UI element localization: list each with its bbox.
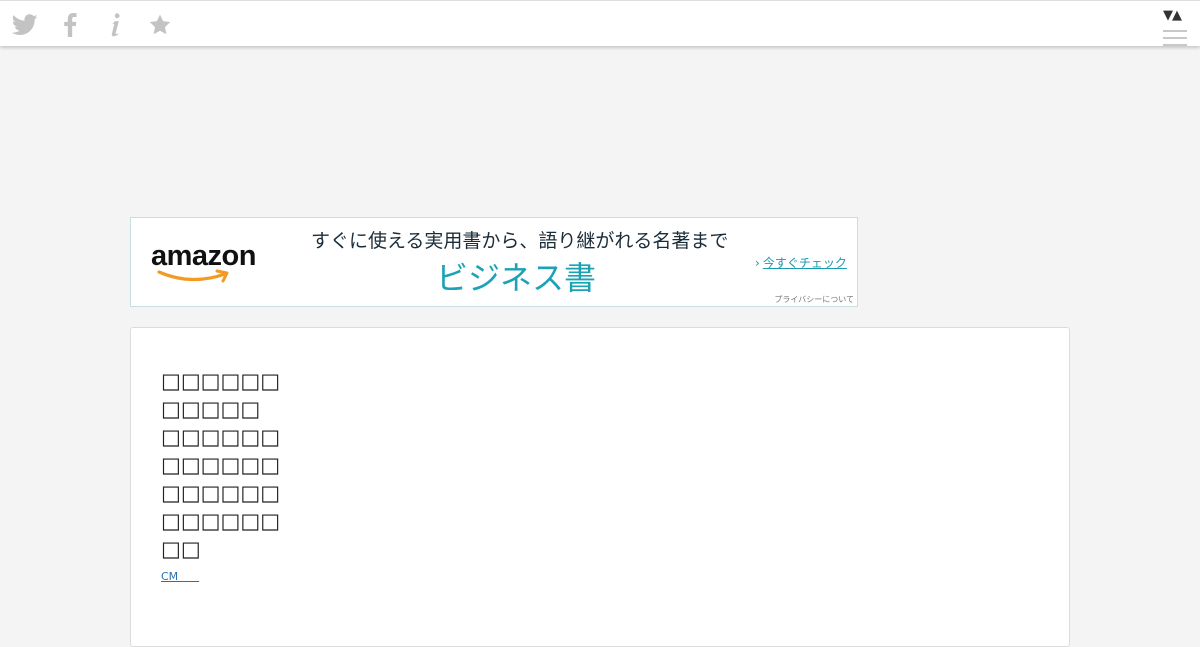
content-lines: □□□□□□ □□□□□ □□□□□□ □□□□□□ □□□□□□ □□□□□□… (161, 367, 280, 563)
chevron-right-icon: › (755, 256, 760, 270)
content-line: □□□□□□ (161, 425, 281, 449)
content-line: □□□□□□ (161, 481, 281, 505)
ad-tagline: すぐに使える実用書から、語り継がれる名著まで (311, 230, 729, 252)
ad-privacy-link[interactable]: プライバシーについて (774, 294, 854, 305)
hamburger-menu-icon[interactable] (1163, 30, 1187, 46)
content-line: □□□□□□ (161, 509, 281, 533)
content-card: □□□□□□ □□□□□ □□□□□□ □□□□□□ □□□□□□ □□□□□□… (130, 327, 1070, 647)
info-icon[interactable] (102, 12, 128, 38)
ad-headline: ビジネス書 (435, 259, 596, 297)
content-line: □□□□□ (161, 397, 261, 421)
star-icon[interactable] (147, 12, 173, 38)
facebook-icon[interactable] (57, 12, 83, 38)
collapse-toggle[interactable]: ▼▲ (1158, 7, 1186, 25)
top-toolbar: ▼▲ (0, 0, 1200, 46)
twitter-icon[interactable] (12, 12, 38, 38)
content-line: □□□□□□ (161, 369, 281, 393)
check-now-label: 今すぐチェック (762, 256, 847, 270)
amazon-banner-ad[interactable]: amazon すぐに使える実用書から、語り継がれる名著まで ビジネス書 › 今すぐ… (130, 217, 858, 307)
cm-link[interactable]: CM (161, 570, 199, 583)
check-now-link[interactable]: › 今すぐチェック (755, 254, 847, 271)
content-line: □□□□□□ (161, 453, 281, 477)
amazon-logo: amazon (151, 240, 269, 286)
amazon-smile-icon (157, 269, 229, 283)
content-line: □□ (161, 537, 201, 561)
